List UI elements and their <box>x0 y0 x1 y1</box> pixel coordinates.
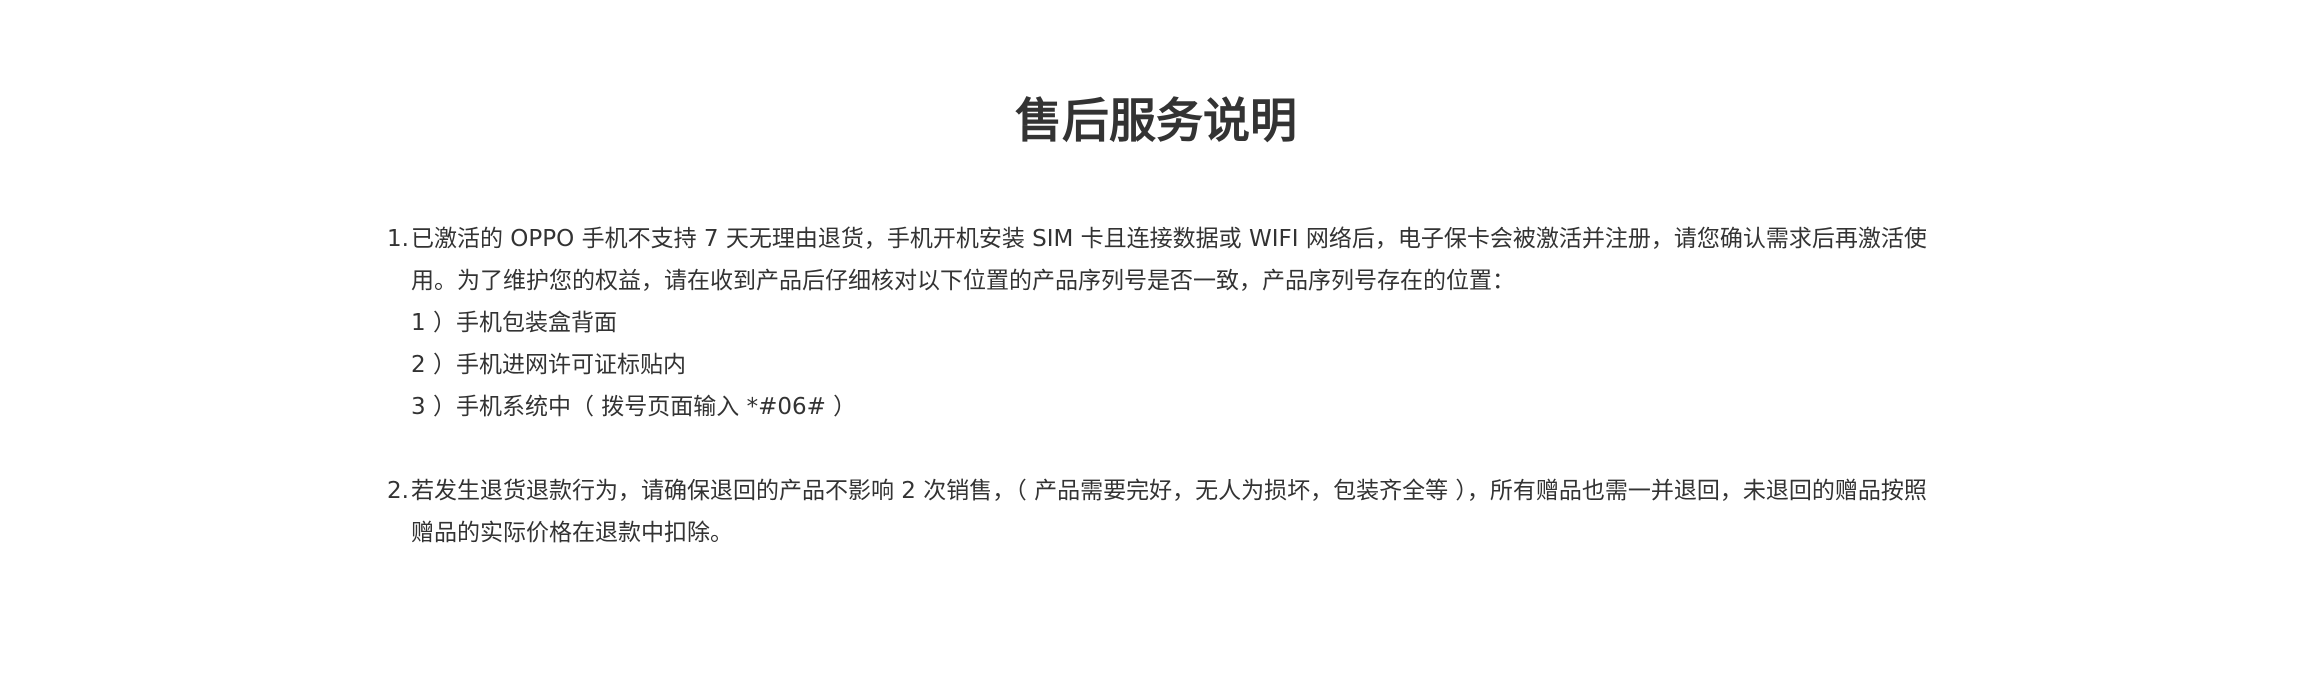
section-2-text: 若发生退货退款行为，请确保退回的产品不影响 2 次销售，（ 产品需要完好，无人为… <box>411 478 1927 546</box>
section-1: 1. 已激活的 OPPO 手机不支持 7 天无理由退货，手机开机安装 SIM 卡… <box>387 218 1947 428</box>
section-1-number: 1. <box>387 226 409 252</box>
page-title: 售后服务说明 <box>1015 94 1297 149</box>
section-2-number: 2. <box>387 478 409 504</box>
section-1-paragraph: 1. 已激活的 OPPO 手机不支持 7 天无理由退货，手机开机安装 SIM 卡… <box>387 218 1947 302</box>
section-2: 2. 若发生退货退款行为，请确保退回的产品不影响 2 次销售，（ 产品需要完好，… <box>387 470 1947 554</box>
section-1-text: 已激活的 OPPO 手机不支持 7 天无理由退货，手机开机安装 SIM 卡且连接… <box>411 226 1927 294</box>
section-2-paragraph: 2. 若发生退货退款行为，请确保退回的产品不影响 2 次销售，（ 产品需要完好，… <box>387 470 1947 554</box>
list-item: 3 ）手机系统中（ 拨号页面输入 *#06# ） <box>411 394 857 420</box>
list-item: 2 ）手机进网许可证标贴内 <box>411 352 686 378</box>
serial-location-list: 1 ）手机包装盒背面 2 ）手机进网许可证标贴内 3 ）手机系统中（ 拨号页面输… <box>387 302 1947 428</box>
list-item: 1 ）手机包装盒背面 <box>411 310 617 336</box>
